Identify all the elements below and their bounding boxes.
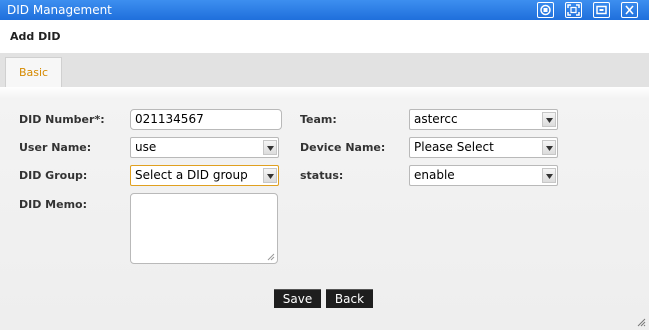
status-label: status: (300, 169, 344, 182)
page-title: Add DID (0, 20, 649, 53)
status-value: enable (414, 168, 455, 182)
team-label: Team: (300, 113, 337, 126)
did-number-input[interactable]: 021134567 (130, 109, 282, 130)
team-select[interactable]: astercc (409, 109, 558, 130)
chevron-down-icon (542, 168, 556, 183)
restore-icon[interactable] (537, 2, 554, 18)
did-memo-label: DID Memo: (19, 198, 88, 211)
user-name-value: use (135, 140, 157, 154)
close-icon[interactable] (621, 2, 638, 18)
chevron-down-icon (542, 140, 556, 155)
maximize-icon[interactable] (565, 2, 582, 18)
minimize-icon[interactable] (593, 2, 610, 18)
device-name-label: Device Name: (300, 141, 386, 154)
team-value: astercc (414, 112, 458, 126)
did-group-select[interactable]: Select a DID group (130, 165, 279, 186)
did-memo-textarea[interactable] (130, 193, 278, 264)
user-name-select[interactable]: use (130, 137, 279, 158)
window-resize-grip-icon[interactable] (637, 318, 646, 327)
resize-grip-icon[interactable] (266, 252, 275, 261)
chevron-down-icon (263, 168, 277, 183)
chevron-down-icon (542, 112, 556, 127)
save-button[interactable]: Save (274, 289, 321, 308)
did-group-label: DID Group: (19, 169, 88, 182)
device-name-value: Please Select (414, 140, 494, 154)
tab-basic[interactable]: Basic (5, 57, 62, 87)
tab-bar: Basic (0, 53, 649, 87)
status-select[interactable]: enable (409, 165, 558, 186)
back-button[interactable]: Back (326, 289, 373, 308)
window-title: DID Management (7, 3, 112, 17)
user-name-label: User Name: (19, 141, 92, 154)
did-number-label: DID Number*: (19, 113, 105, 126)
chevron-down-icon (263, 140, 277, 155)
device-name-select[interactable]: Please Select (409, 137, 558, 158)
did-group-value: Select a DID group (135, 168, 248, 182)
